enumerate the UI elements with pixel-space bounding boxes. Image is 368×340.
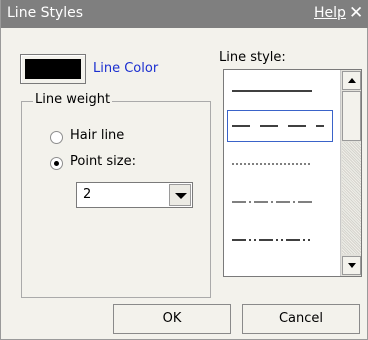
scroll-thumb[interactable] <box>342 91 361 141</box>
ok-button[interactable]: OK <box>113 304 231 334</box>
line-style-dotted[interactable] <box>224 146 340 183</box>
line-style-dashed[interactable] <box>224 109 340 146</box>
help-link[interactable]: Help <box>314 5 346 21</box>
line-color-swatch <box>25 59 81 79</box>
dash-dot-line-icon <box>232 201 312 203</box>
close-icon[interactable]: ✕ <box>349 2 363 24</box>
line-styles-dialog: Line Styles Help ✕ Line Color Line weigh… <box>0 0 368 340</box>
chevron-down-icon[interactable] <box>169 184 191 206</box>
scroll-down-icon[interactable] <box>342 256 361 275</box>
title-bar: Line Styles Help ✕ <box>1 0 368 28</box>
point-size-label: Point size: <box>70 154 136 169</box>
dialog-title: Line Styles <box>7 5 84 21</box>
hair-line-label: Hair line <box>70 128 125 143</box>
line-style-solid[interactable] <box>224 72 340 109</box>
line-style-dash-dot-dot[interactable] <box>224 220 340 257</box>
line-style-dash-dot[interactable] <box>224 183 340 220</box>
line-weight-label: Line weight <box>33 92 113 107</box>
scroll-track[interactable] <box>342 142 361 254</box>
line-color-swatch-button[interactable] <box>20 54 86 84</box>
dotted-line-icon <box>232 163 312 165</box>
point-size-value: 2 <box>83 187 92 202</box>
point-size-radio[interactable] <box>50 157 63 170</box>
solid-line-icon <box>232 90 312 92</box>
dashed-line-icon <box>232 125 324 127</box>
hair-line-radio[interactable] <box>50 131 63 144</box>
line-style-label: Line style: <box>219 50 286 65</box>
scroll-up-icon[interactable] <box>342 71 361 90</box>
line-color-link[interactable]: Line Color <box>93 61 158 76</box>
cancel-button[interactable]: Cancel <box>242 304 360 334</box>
dash-dot-dot-line-icon <box>232 239 312 241</box>
line-style-scrollbar[interactable] <box>340 70 361 276</box>
point-size-select[interactable]: 2 <box>76 182 193 208</box>
line-style-list[interactable] <box>223 69 362 277</box>
